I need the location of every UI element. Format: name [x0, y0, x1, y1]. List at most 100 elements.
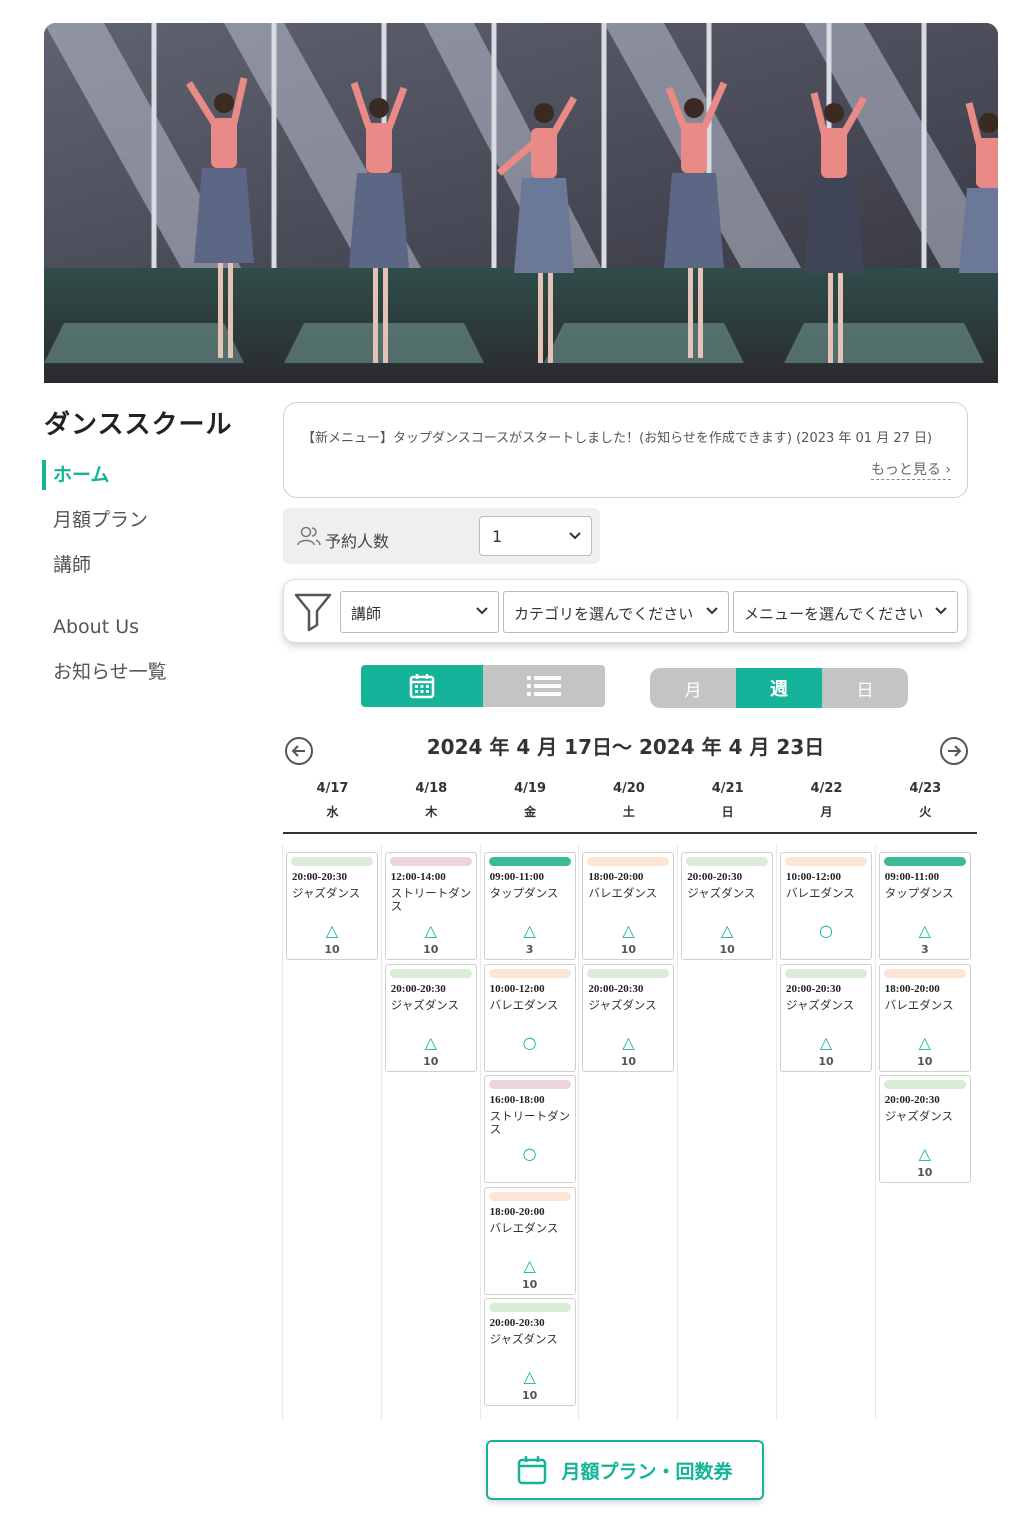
- filter-bar: 講師 カテゴリを選んでください メニューを選んでください: [283, 579, 968, 643]
- lesson-time: 20:00-20:30: [687, 871, 743, 883]
- lesson-time: 10:00-12:00: [489, 982, 545, 995]
- day-date: 4/23: [909, 781, 942, 796]
- lesson-time: 10:00-12:00: [786, 871, 841, 883]
- category-color-bar: [488, 1080, 571, 1089]
- category-color-bar: [785, 857, 867, 866]
- nav-item-news-list[interactable]: お知らせ一覧: [42, 657, 242, 687]
- lesson-name: ジャズダンス: [588, 999, 657, 1012]
- lesson-card[interactable]: 16:00-18:00 ストリートダンス ○: [483, 1075, 576, 1183]
- availability-status: △: [918, 1144, 931, 1163]
- week-range-title: 2024 年 4 月 17日〜 2024 年 4 月 23日: [426, 735, 825, 759]
- category-color-bar: [785, 968, 867, 978]
- category-color-bar: [291, 857, 373, 866]
- lesson-card[interactable]: 20:00-20:30 ジャズダンス △ 10: [384, 963, 477, 1072]
- day-weekday: 土: [622, 805, 635, 819]
- remaining-count: 10: [324, 943, 340, 956]
- lesson-time: 18:00-20:00: [489, 1205, 545, 1218]
- category-color-bar: [686, 857, 769, 866]
- availability-status: △: [622, 1032, 635, 1052]
- lesson-card[interactable]: 20:00-20:30 ジャズダンス △ 10: [878, 1075, 971, 1183]
- category-select[interactable]: カテゴリを選んでください: [503, 591, 729, 633]
- week-days-header: 4/17 水 4/18 木 4/19 金 4/20 土 4/21 日 4/22 月 4/23 火: [283, 780, 977, 834]
- chevron-down-icon: [569, 532, 581, 540]
- day-date: 4/22: [810, 781, 843, 796]
- lesson-name: ストリートダンス: [390, 888, 472, 913]
- range-week-button[interactable]: 週: [736, 668, 822, 708]
- lesson-card[interactable]: 09:00-11:00 タップダンス △ 3: [483, 852, 576, 960]
- remaining-count: 10: [423, 943, 439, 956]
- remaining-count: 10: [917, 1054, 933, 1068]
- lesson-name: バレエダンス: [588, 888, 658, 900]
- day-date: 4/17: [316, 781, 349, 796]
- lesson-time: 20:00-20:30: [588, 982, 644, 995]
- lesson-card[interactable]: 20:00-20:30 ジャズダンス △ 10: [286, 852, 378, 960]
- calendar-view-button[interactable]: [361, 665, 483, 707]
- instructor-select[interactable]: 講師: [340, 591, 499, 633]
- day-header: 4/23 火: [876, 780, 975, 821]
- nav-item-home[interactable]: ホーム: [42, 460, 242, 490]
- menu-select[interactable]: メニューを選んでください: [733, 591, 958, 633]
- category-color-bar: [883, 857, 966, 866]
- category-color-bar: [587, 857, 670, 866]
- lesson-card[interactable]: 12:00-14:00 ストリートダンス △ 10: [384, 852, 477, 960]
- remaining-count: 10: [521, 1277, 538, 1291]
- nav-item-about-us[interactable]: About Us: [42, 612, 242, 642]
- remaining-count: 10: [620, 1054, 637, 1068]
- availability-status: ○: [522, 1144, 537, 1163]
- lesson-card[interactable]: 20:00-20:30 ジャズダンス △ 10: [582, 963, 675, 1072]
- hero-image: [44, 23, 998, 383]
- lesson-card[interactable]: 20:00-20:30 ジャズダンス △ 10: [780, 963, 872, 1072]
- list-icon: [527, 676, 561, 696]
- monthly-plan-tickets-button[interactable]: 月額プラン・回数券: [486, 1440, 764, 1500]
- school-title: ダンススクール: [44, 410, 233, 440]
- range-month-button[interactable]: 月: [650, 668, 736, 708]
- arrow-right-icon: [948, 745, 962, 757]
- lesson-card[interactable]: 20:00-20:30 ジャズダンス △ 10: [681, 852, 774, 960]
- range-day-button[interactable]: 日: [822, 668, 908, 708]
- lesson-name: ストリートダンス: [489, 1111, 571, 1136]
- chevron-down-icon: [476, 607, 488, 615]
- availability-status: △: [622, 921, 635, 940]
- lesson-card[interactable]: 18:00-20:00 バレエダンス △ 10: [582, 852, 675, 960]
- chevron-right-icon: ›: [945, 462, 951, 478]
- lesson-name: ジャズダンス: [292, 888, 361, 900]
- lesson-time: 16:00-18:00: [489, 1094, 545, 1106]
- next-week-button[interactable]: [940, 737, 968, 765]
- nav-item-instructors[interactable]: 講師: [42, 550, 242, 580]
- list-view-button[interactable]: [483, 665, 605, 707]
- calendar-icon: [409, 674, 435, 699]
- lesson-card[interactable]: 18:00-20:00 バレエダンス △ 10: [483, 1186, 576, 1295]
- booking-people-panel: 予約人数 1: [283, 508, 600, 564]
- more-link-label: もっと見る: [870, 462, 941, 478]
- availability-status: △: [424, 1032, 437, 1052]
- lesson-card[interactable]: 18:00-20:00 バレエダンス △ 10: [878, 963, 971, 1072]
- announcement-text: 【新メニュー】タップダンスコースがスタートしました！(お知らせを作成できます) …: [302, 431, 933, 446]
- lesson-name: ジャズダンス: [390, 999, 459, 1012]
- nav-item-monthly-plan[interactable]: 月額プラン: [42, 505, 242, 535]
- chevron-down-icon: [706, 607, 718, 615]
- lesson-card[interactable]: 20:00-20:30 ジャズダンス △ 10: [483, 1298, 576, 1406]
- more-link[interactable]: もっと見る ›: [870, 459, 951, 480]
- lesson-name: ジャズダンス: [489, 1334, 558, 1346]
- day-header: 4/22 月: [777, 780, 876, 821]
- day-header: 4/17 水: [283, 780, 382, 821]
- day-date: 4/18: [415, 781, 448, 796]
- lesson-time: 09:00-11:00: [884, 871, 940, 883]
- availability-status: △: [523, 1255, 536, 1275]
- lesson-card[interactable]: 10:00-12:00 バレエダンス ○: [483, 963, 576, 1072]
- lesson-time: 20:00-20:30: [390, 982, 446, 995]
- day-date: 4/19: [514, 781, 547, 796]
- remaining-count: 3: [525, 943, 534, 956]
- remaining-count: 10: [423, 1054, 439, 1068]
- lesson-time: 09:00-11:00: [489, 871, 544, 883]
- day-weekday: 水: [326, 805, 339, 819]
- people-count-select[interactable]: 1: [479, 516, 592, 556]
- category-color-bar: [389, 968, 472, 978]
- day-weekday: 月: [820, 805, 833, 819]
- lesson-card[interactable]: 09:00-11:00 タップダンス △ 3: [878, 852, 971, 960]
- people-count-value: 1: [492, 527, 503, 546]
- view-mode-toggle: [361, 665, 605, 707]
- lesson-card[interactable]: 10:00-12:00 バレエダンス ○: [780, 852, 872, 960]
- lesson-name: タップダンス: [489, 888, 559, 900]
- lesson-time: 18:00-20:00: [588, 871, 644, 883]
